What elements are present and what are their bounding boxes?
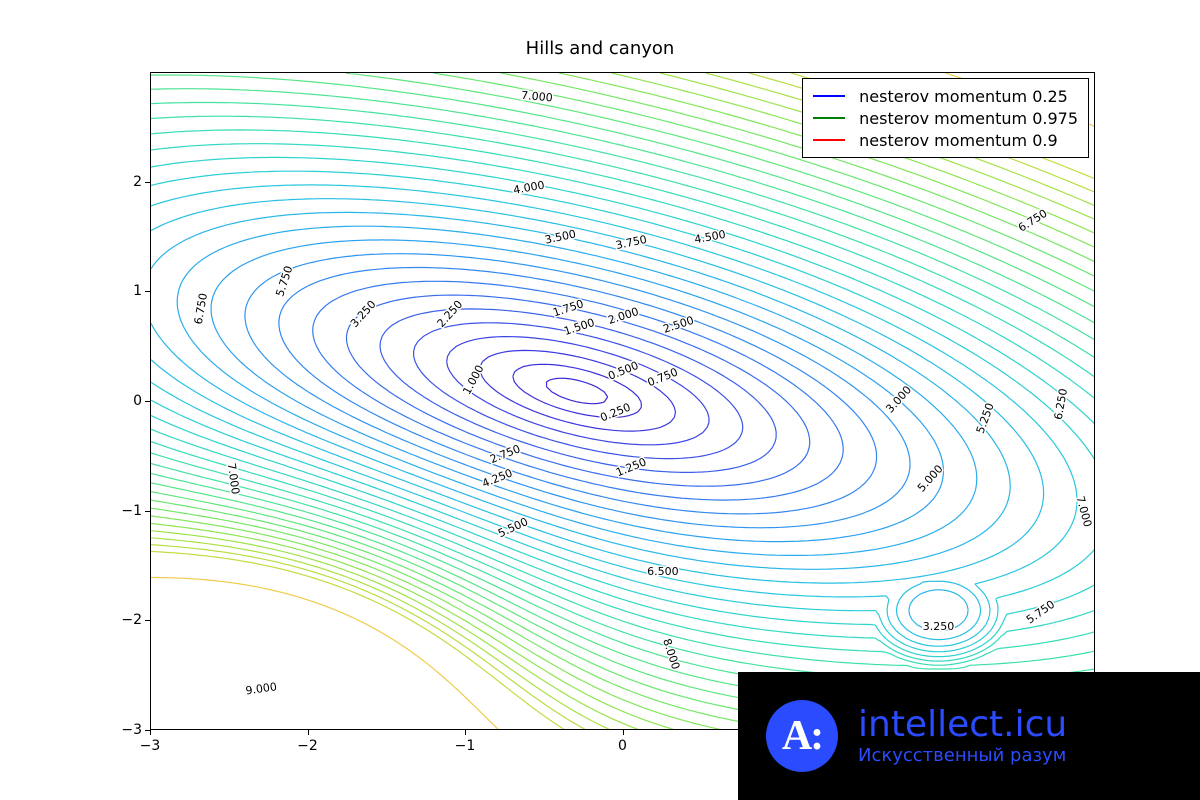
contour-label: 5.750: [1024, 598, 1057, 627]
contour-label: 2.000: [606, 305, 640, 327]
contour-label: 6.500: [647, 565, 679, 578]
contour-label: 3.750: [615, 233, 649, 252]
y-tick-label: 2: [114, 174, 142, 190]
y-tick-label: 1: [114, 283, 142, 299]
contour-label: 5.500: [496, 515, 530, 540]
legend-swatch: [813, 95, 845, 97]
y-tick-label: −2: [114, 612, 142, 628]
contour-label: 8.000: [660, 637, 682, 671]
contour-label: 5.000: [915, 462, 946, 494]
contour-label: 2.250: [435, 298, 466, 330]
contour-label: 2.500: [661, 314, 695, 336]
contour-label: 5.250: [974, 401, 997, 435]
watermark-text: intellect.icu Искусственный разум: [858, 707, 1067, 766]
chart-title: Hills and canyon: [0, 38, 1200, 59]
contour-label: 6.750: [1016, 207, 1050, 235]
contour-line: [547, 378, 608, 404]
y-tick-label: 0: [114, 393, 142, 409]
watermark-overlay: A: intellect.icu Искусственный разум: [738, 672, 1200, 800]
contour-line: [151, 103, 1094, 680]
x-tick-label: −3: [140, 738, 161, 754]
y-tick-label: −3: [114, 722, 142, 738]
legend-swatch: [813, 139, 845, 141]
contour-label: 1.000: [460, 363, 486, 397]
watermark-title: intellect.icu: [858, 707, 1067, 743]
legend-entry: nesterov momentum 0.9: [813, 129, 1078, 151]
legend-entry: nesterov momentum 0.975: [813, 107, 1078, 129]
contour-label: 5.750: [273, 264, 295, 298]
plot-area: nesterov momentum 0.25 nesterov momentum…: [150, 72, 1095, 730]
legend-label: nesterov momentum 0.9: [859, 131, 1057, 150]
contour-label: 1.750: [551, 297, 585, 319]
legend-swatch: [813, 117, 845, 119]
x-tick-label: −1: [455, 738, 476, 754]
contour-line: [480, 350, 675, 431]
watermark-logo: A:: [766, 700, 838, 772]
contour-line: [151, 75, 1094, 707]
legend: nesterov momentum 0.25 nesterov momentum…: [802, 78, 1089, 158]
x-tick-label: 0: [618, 738, 627, 754]
contour-label: 3.500: [544, 227, 578, 246]
x-tick-label: −2: [297, 738, 318, 754]
legend-entry: nesterov momentum 0.25: [813, 85, 1078, 107]
contour-label: 0.250: [598, 401, 632, 425]
contour-label: 1.250: [614, 455, 648, 479]
contour-label: 3.250: [923, 620, 955, 633]
y-tick-label: −1: [114, 503, 142, 519]
contour-line: [177, 226, 977, 555]
legend-label: nesterov momentum 0.975: [859, 109, 1078, 128]
contour-label: 7.000: [521, 89, 554, 105]
contour-label: 6.250: [1052, 387, 1070, 420]
contour-line: [151, 89, 1094, 694]
contour-label: 7.000: [1074, 495, 1094, 529]
watermark-subtitle: Искусственный разум: [858, 745, 1067, 766]
legend-label: nesterov momentum 0.25: [859, 87, 1068, 106]
contour-label: 6.750: [192, 292, 210, 325]
contour-plot: 0.2500.5000.7501.0001.2501.5001.7502.000…: [151, 73, 1094, 729]
contour-label: 9.000: [245, 680, 278, 697]
figure: Hills and canyon nesterov momentum 0.25 …: [0, 0, 1200, 800]
watermark-logo-letter: A:: [782, 712, 822, 760]
contour-label: 7.000: [225, 462, 242, 495]
contour-label: 0.500: [606, 359, 640, 383]
contour-label: 3.250: [348, 298, 379, 330]
contour-line: [211, 240, 943, 542]
